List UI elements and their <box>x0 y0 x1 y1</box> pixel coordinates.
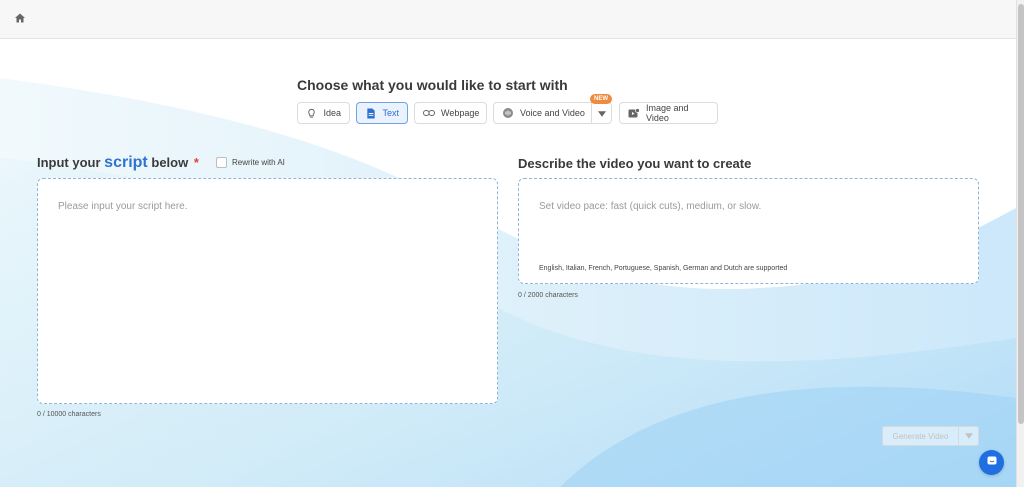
image-video-icon <box>628 107 640 119</box>
title-highlight: script <box>104 154 148 171</box>
description-placeholder: Set video pace: fast (quick cuts), mediu… <box>539 201 762 212</box>
rewrite-label: Rewrite with AI <box>232 158 285 167</box>
mode-idea-button[interactable]: Idea <box>297 102 350 124</box>
generate-options-button[interactable] <box>958 427 978 445</box>
home-button[interactable] <box>11 11 29 29</box>
scrollbar-thumb[interactable] <box>1018 4 1024 424</box>
caret-down-icon <box>964 432 973 441</box>
script-char-count: 0 / 10000 characters <box>37 411 101 418</box>
video-description-input[interactable]: Set video pace: fast (quick cuts), mediu… <box>518 178 979 284</box>
page-scrollbar[interactable] <box>1016 0 1024 487</box>
mode-label: Idea <box>323 108 341 118</box>
chat-icon <box>986 454 998 472</box>
lightbulb-icon <box>306 107 317 119</box>
mode-label: Voice and Video <box>520 108 585 118</box>
generate-video-button[interactable]: Generate Video <box>882 426 979 446</box>
checkbox-box[interactable] <box>216 157 227 168</box>
rewrite-with-ai-checkbox[interactable]: Rewrite with AI <box>216 157 285 168</box>
mode-text-button[interactable]: Text <box>356 102 408 124</box>
supported-languages-note: English, Italian, French, Portuguese, Sp… <box>539 265 788 272</box>
chooser-title: Choose what you would like to start with <box>297 77 568 93</box>
voice-icon <box>502 107 514 119</box>
caret-down-icon <box>597 104 606 122</box>
script-input[interactable]: Please input your script here. <box>37 178 498 404</box>
title-suffix: below <box>151 155 189 170</box>
script-placeholder: Please input your script here. <box>58 201 188 212</box>
describe-panel-title: Describe the video you want to create <box>518 156 752 171</box>
voice-video-dropdown-button[interactable] <box>591 103 611 123</box>
new-badge: NEW <box>590 94 612 104</box>
document-icon <box>365 107 376 119</box>
mode-webpage-button[interactable]: Webpage <box>414 102 487 124</box>
generate-label[interactable]: Generate Video <box>883 427 958 445</box>
link-icon <box>423 107 435 119</box>
title-prefix: Input your <box>37 155 101 170</box>
mode-label: Text <box>382 108 399 118</box>
mode-label: Image and Video <box>646 103 689 123</box>
top-bar <box>0 0 1016 39</box>
required-mark: * <box>193 155 199 170</box>
main-content: Choose what you would like to start with… <box>0 39 1016 487</box>
description-char-count: 0 / 2000 characters <box>518 292 578 299</box>
mode-image-video-button[interactable]: Image and Video <box>619 102 718 124</box>
home-icon <box>14 11 26 29</box>
chat-support-button[interactable] <box>979 450 1004 475</box>
mode-label: Webpage <box>441 108 480 118</box>
script-panel-title: Input your script below * <box>37 154 199 172</box>
